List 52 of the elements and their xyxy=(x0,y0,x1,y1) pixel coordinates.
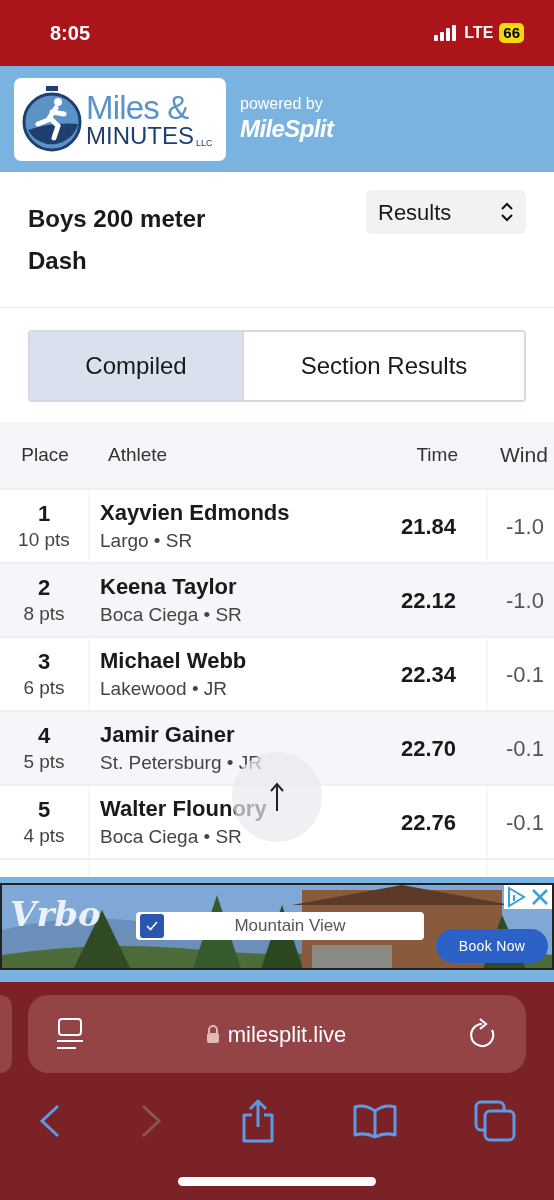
battery-indicator: 66 xyxy=(499,23,524,43)
athlete-name: Jamir Gainer xyxy=(100,721,236,749)
place-number: 5 xyxy=(37,796,51,824)
logo-text: Miles & xyxy=(86,90,190,124)
wind-value: -0.1 xyxy=(506,660,544,689)
time-value: 21.84 xyxy=(400,512,456,541)
segment-tab[interactable]: Compiled xyxy=(30,332,242,400)
event-title: Boys 200 meter Dash xyxy=(28,204,207,276)
place-number: 4 xyxy=(37,722,51,750)
network-label: LTE xyxy=(464,23,494,43)
brand-logo-text: MileSplit xyxy=(240,114,334,144)
wind-value: -0.1 xyxy=(506,808,544,837)
time-value: 22.70 xyxy=(400,734,456,763)
ad-brand-logo: Vrbo xyxy=(10,893,101,936)
athlete-name: Michael Webb xyxy=(100,647,247,675)
points-text: 5 pts xyxy=(23,750,65,774)
athlete-name: Keena Taylor xyxy=(100,573,238,601)
wind-value: -1.0 xyxy=(506,512,544,541)
address-bar[interactable]: milesplit.live xyxy=(28,995,526,1073)
time-value: 22.34 xyxy=(400,660,456,689)
url-text: milesplit.live xyxy=(227,1020,347,1049)
logo-text: MINUTES xyxy=(86,123,194,148)
place-number: 2 xyxy=(37,574,51,602)
team-text: Lakewood • JR xyxy=(100,677,229,701)
segment-tab[interactable]: Section Results xyxy=(242,332,524,400)
points-text: 6 pts xyxy=(23,676,65,700)
ad-checkbox-field[interactable]: Mountain View xyxy=(136,912,424,940)
time-value: 22.12 xyxy=(400,586,456,615)
column-header: Wind xyxy=(500,442,548,469)
column-header: Place xyxy=(20,442,70,467)
wind-value: -1.0 xyxy=(506,586,544,615)
book-now-button[interactable]: Book Now xyxy=(436,929,548,963)
team-text: Boca Ciega • SR xyxy=(100,825,243,849)
wind-value: -0.1 xyxy=(506,734,544,763)
team-text: Largo • SR xyxy=(100,529,194,553)
team-text: Boca Ciega • SR xyxy=(100,603,242,627)
athlete-name: Walter Flounory xyxy=(100,795,267,823)
place-number: 1 xyxy=(37,500,51,528)
logo-text: LLC xyxy=(196,138,213,148)
column-header: Athlete xyxy=(107,442,169,467)
results-dropdown[interactable]: Results xyxy=(366,190,526,234)
points-text: 4 pts xyxy=(23,824,65,848)
status-time: 8:05 xyxy=(50,21,91,46)
points-text: 8 pts xyxy=(23,602,65,626)
place-number: 3 xyxy=(37,648,51,676)
points-text: 10 pts xyxy=(18,528,70,552)
powered-by-text: powered by xyxy=(240,94,324,114)
column-header: Time xyxy=(415,442,458,467)
time-value: 22.76 xyxy=(400,808,456,837)
team-text: St. Petersburg • JR xyxy=(100,751,262,775)
checkbox-label: Mountain View xyxy=(233,915,347,938)
athlete-name: Xayvien Edmonds xyxy=(100,499,290,527)
